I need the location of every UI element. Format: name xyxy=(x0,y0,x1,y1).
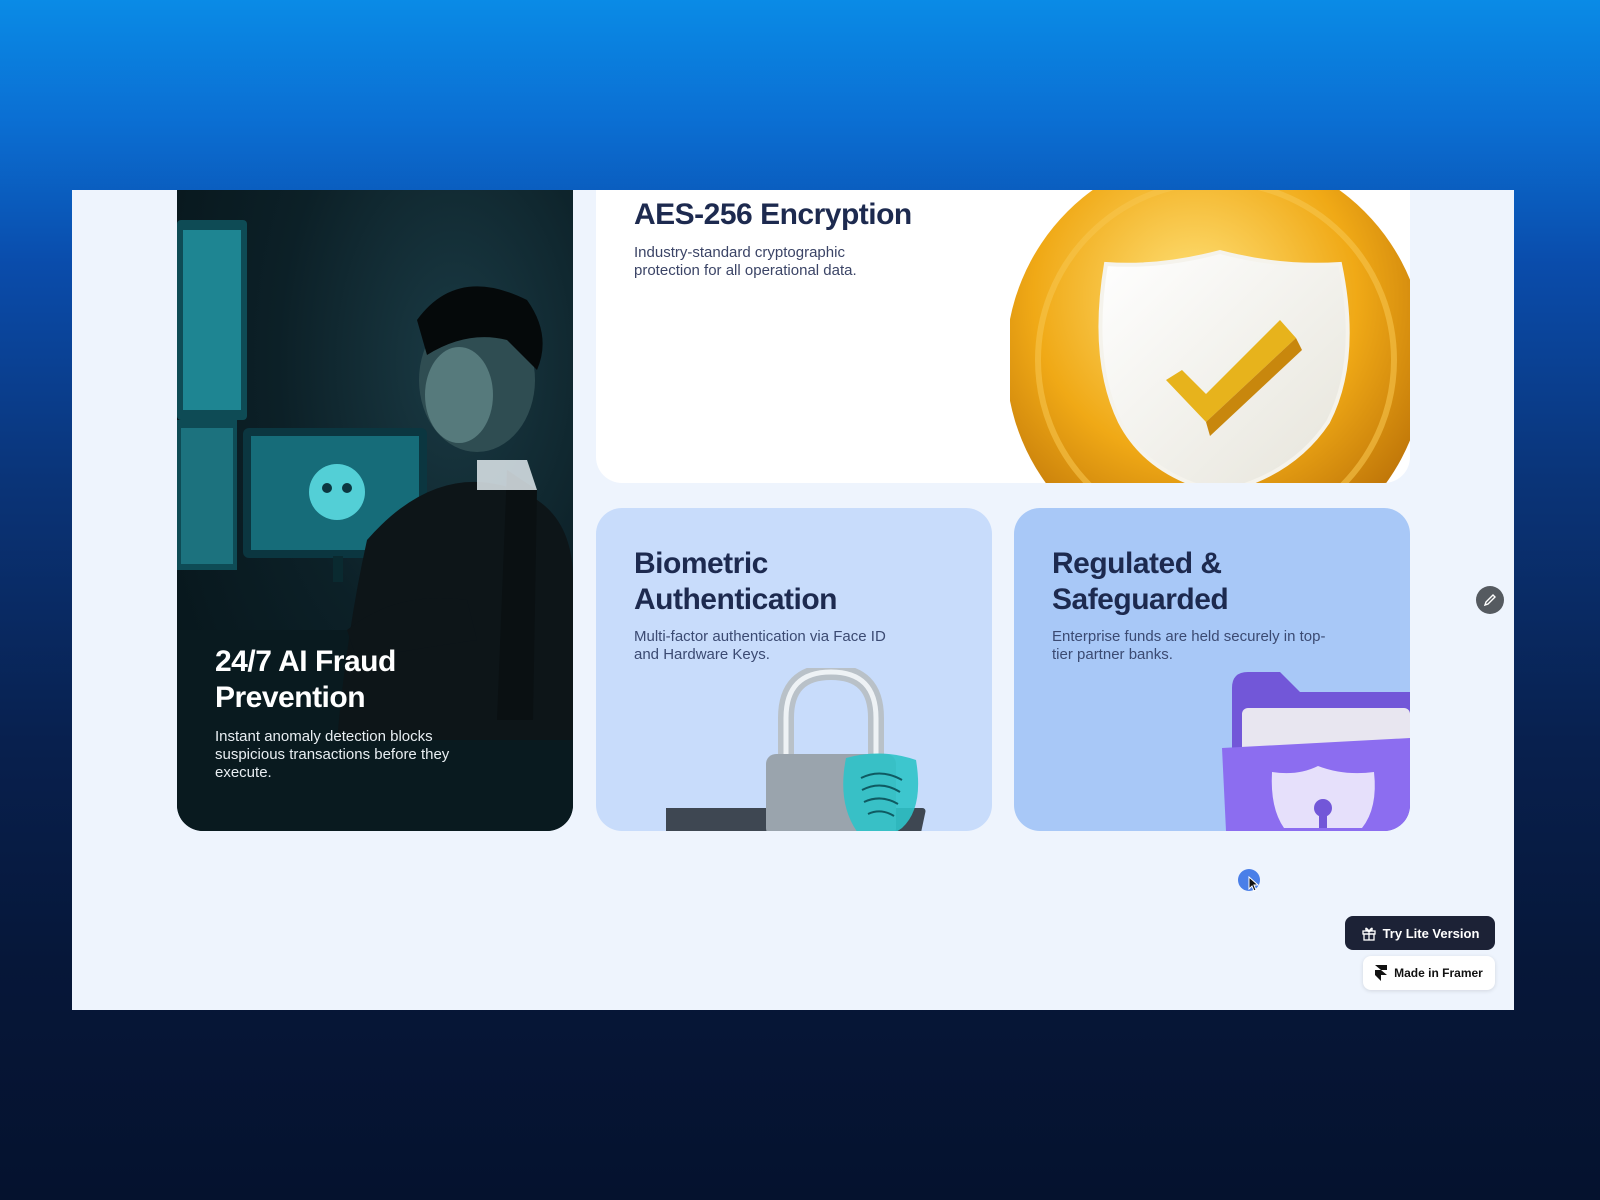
regulated-card-title: Regulated & Safeguarded xyxy=(1052,547,1229,616)
edit-button[interactable] xyxy=(1476,586,1504,614)
encryption-card[interactable]: AES-256 Encryption Industry-standard cry… xyxy=(596,190,1410,483)
pencil-icon xyxy=(1483,594,1496,607)
regulated-card[interactable]: Regulated & Safeguarded Enterprise funds… xyxy=(1014,508,1410,831)
biometric-card-description: Multi-factor authentication via Face ID … xyxy=(634,628,886,663)
fraud-card-title: 24/7 AI Fraud Prevention xyxy=(215,645,396,714)
biometric-card[interactable]: Biometric Authentication Multi-factor au… xyxy=(596,508,992,831)
mouse-pointer-icon xyxy=(1248,876,1260,892)
try-lite-version-button[interactable]: Try Lite Version xyxy=(1345,916,1495,950)
try-lite-version-label: Try Lite Version xyxy=(1382,925,1480,941)
biometric-card-title: Biometric Authentication xyxy=(634,547,838,616)
made-in-framer-badge[interactable]: Made in Framer xyxy=(1363,956,1495,990)
fraud-card-description: Instant anomaly detection blocks suspici… xyxy=(215,728,450,781)
encryption-card-description: Industry-standard cryptographic protecti… xyxy=(634,244,857,279)
made-in-framer-label: Made in Framer xyxy=(1394,966,1483,980)
shield-folder-icon xyxy=(1222,672,1410,831)
gift-icon xyxy=(1361,927,1376,941)
browser-viewport: 24/7 AI Fraud Prevention Instant anomaly… xyxy=(72,190,1514,1010)
padlock-fingerprint-icon xyxy=(666,668,926,831)
gold-shield-coin-icon xyxy=(1010,190,1410,483)
framer-logo-icon xyxy=(1375,965,1388,981)
fraud-prevention-card[interactable]: 24/7 AI Fraud Prevention Instant anomaly… xyxy=(177,190,573,831)
regulated-card-description: Enterprise funds are held securely in to… xyxy=(1052,628,1326,663)
encryption-card-title: AES-256 Encryption xyxy=(634,198,912,231)
